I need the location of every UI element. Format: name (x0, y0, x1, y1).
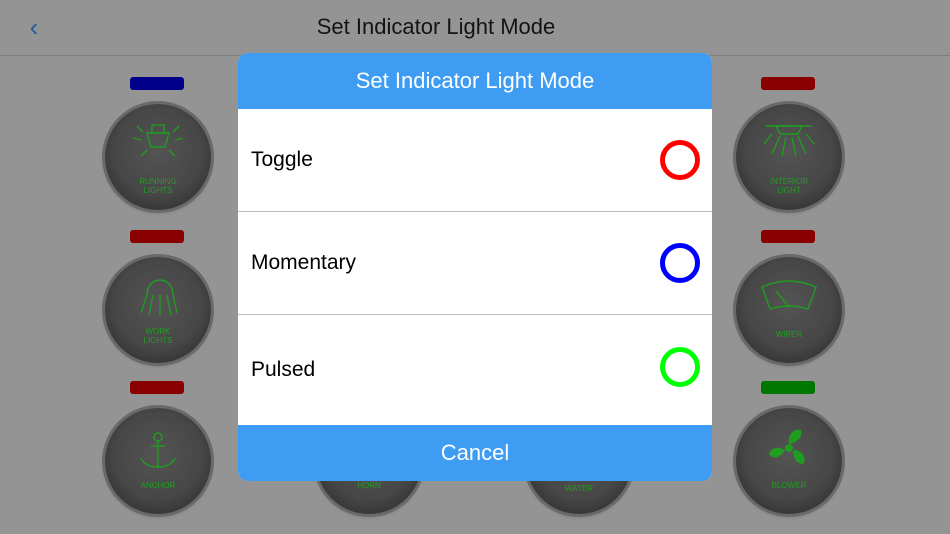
cancel-button[interactable]: Cancel (238, 425, 712, 481)
indicator-mode-dialog: Set Indicator Light Mode Toggle Momentar… (238, 53, 712, 481)
option-label: Momentary (251, 251, 357, 274)
blue-radio-icon[interactable] (660, 243, 700, 283)
option-momentary[interactable]: Momentary (238, 212, 712, 315)
red-radio-icon[interactable] (660, 140, 700, 180)
dialog-title: Set Indicator Light Mode (238, 53, 712, 109)
option-label: Toggle (251, 148, 313, 171)
option-toggle[interactable]: Toggle (238, 109, 712, 212)
green-radio-icon[interactable] (660, 347, 700, 387)
option-label: Pulsed (251, 358, 316, 381)
option-pulsed[interactable]: Pulsed (238, 315, 712, 425)
